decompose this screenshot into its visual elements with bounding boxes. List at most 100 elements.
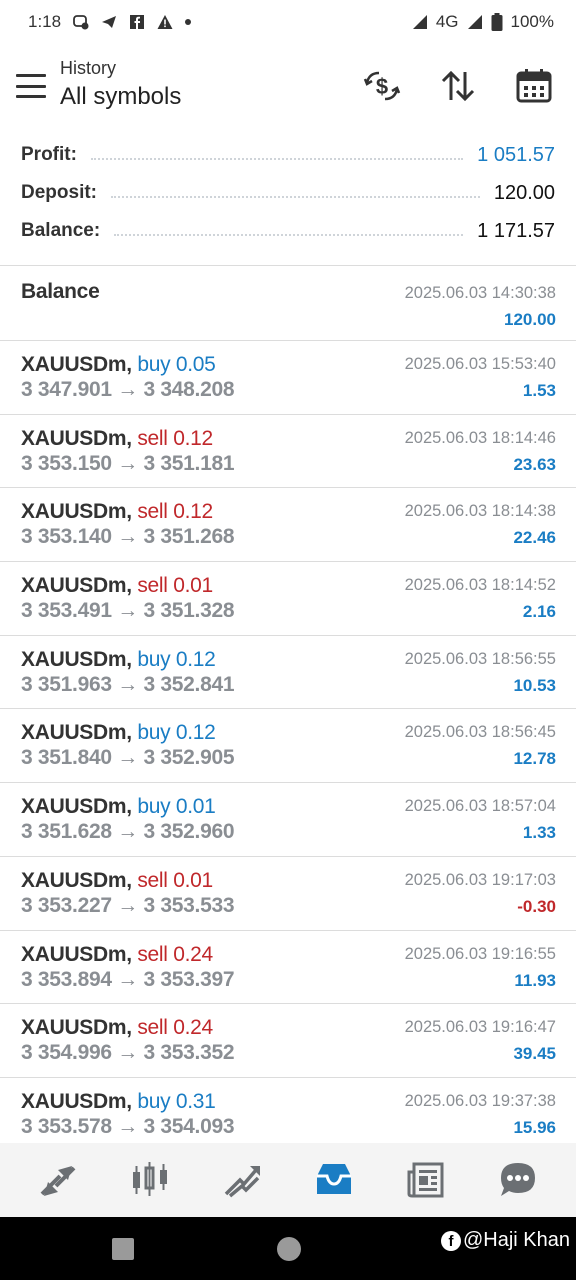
facebook-badge-icon: f — [440, 1230, 461, 1251]
sort-icon — [441, 70, 475, 102]
deal-type: sell 0.24 — [137, 942, 213, 966]
deal-type: sell 0.24 — [137, 1016, 213, 1040]
nav-chart[interactable] — [126, 1156, 174, 1204]
deal-row[interactable]: XAUUSDm, sell 0.12 3 353.150 → 3 351.181 2… — [0, 415, 576, 489]
deals-list: Balance 2025.06.03 14:30:38 120.00 XAUUS… — [0, 266, 576, 1152]
deal-symbol: XAUUSDm, sell 0.24 — [21, 1016, 213, 1040]
deal-profit: 12.78 — [513, 749, 556, 769]
sort-button[interactable] — [436, 64, 480, 108]
deposit-label: Deposit: — [21, 182, 97, 203]
deal-prices: 3 347.901 → 3 348.208 — [21, 378, 235, 401]
data-signal-icon — [467, 15, 482, 29]
deal-time: 2025.06.03 19:16:47 — [404, 1018, 556, 1037]
deal-row[interactable]: XAUUSDm, sell 0.24 3 354.996 → 3 353.352 2… — [0, 1004, 576, 1078]
page-title[interactable]: All symbols — [60, 83, 181, 111]
deal-symbol-text: XAUUSDm, — [21, 1089, 132, 1113]
bottom-navigation — [0, 1143, 576, 1217]
nav-news[interactable] — [402, 1156, 450, 1204]
currency-exchange-button[interactable]: $ — [360, 64, 404, 108]
deal-row[interactable]: XAUUSDm, sell 0.01 3 353.227 → 3 353.533 2… — [0, 857, 576, 931]
deal-row[interactable]: XAUUSDm, buy 0.31 3 353.578 → 3 354.093 20… — [0, 1078, 576, 1152]
deal-time: 2025.06.03 18:56:55 — [404, 649, 556, 668]
deal-profit: 11.93 — [514, 970, 556, 990]
system-navigation: f @Haji Khan — [0, 1217, 576, 1280]
deal-time: 2025.06.03 18:56:45 — [404, 723, 556, 742]
history-icon — [317, 1164, 351, 1194]
deal-row[interactable]: XAUUSDm, sell 0.01 3 353.491 → 3 351.328 2… — [0, 562, 576, 636]
nav-history[interactable] — [310, 1156, 358, 1204]
deal-row[interactable]: XAUUSDm, buy 0.05 3 347.901 → 3 348.208 20… — [0, 341, 576, 415]
deal-row[interactable]: XAUUSDm, buy 0.12 3 351.963 → 3 352.841 20… — [0, 636, 576, 710]
deal-symbol-text: XAUUSDm, — [21, 795, 132, 819]
deal-symbol: XAUUSDm, sell 0.12 — [21, 500, 213, 524]
deal-type: sell 0.01 — [137, 868, 213, 892]
whatsapp-icon — [73, 15, 89, 30]
deal-row[interactable]: XAUUSDm, sell 0.12 3 353.140 → 3 351.268 2… — [0, 488, 576, 563]
news-icon — [407, 1162, 444, 1198]
menu-line — [16, 84, 46, 88]
deal-time: 2025.06.03 19:16:55 — [404, 944, 556, 963]
battery-level: 100% — [510, 12, 554, 31]
deal-symbol-text: XAUUSDm, — [21, 500, 132, 524]
status-time: 1:18 — [28, 12, 62, 31]
deposit-row: Deposit: 120.00 — [0, 174, 576, 212]
menu-line — [16, 95, 46, 98]
deal-prices: 3 353.491 → 3 351.328 — [21, 599, 235, 623]
deal-prices: 3 353.894 → 3 353.397 — [21, 967, 235, 991]
deal-symbol: XAUUSDm, buy 0.01 — [21, 795, 216, 819]
nav-quotes[interactable] — [34, 1156, 82, 1204]
watermark-text: @Haji Khan — [462, 1229, 570, 1251]
balance-entry[interactable]: Balance 2025.06.03 14:30:38 120.00 — [0, 266, 576, 341]
deal-symbol: XAUUSDm, sell 0.01 — [21, 574, 213, 598]
balance-label: Balance: — [21, 220, 101, 241]
signal-icon — [412, 15, 427, 29]
deal-symbol-text: XAUUSDm, — [21, 353, 132, 376]
nav-chat[interactable] — [494, 1156, 542, 1204]
currency-exchange-icon: $ — [363, 71, 401, 101]
deal-row[interactable]: XAUUSDm, sell 0.24 3 353.894 → 3 353.397 2… — [0, 931, 576, 1005]
deal-time: 2025.06.03 18:14:46 — [404, 428, 556, 447]
deal-symbol: XAUUSDm, sell 0.12 — [21, 427, 213, 451]
trade-quotes-icon — [40, 1166, 76, 1196]
deal-profit: 1.53 — [522, 381, 556, 400]
deal-type: sell 0.12 — [137, 426, 213, 450]
deal-symbol-text: XAUUSDm, — [21, 647, 132, 671]
deal-prices: 3 353.140 → 3 351.268 — [21, 525, 235, 549]
recents-button[interactable] — [112, 1238, 134, 1260]
menu-button[interactable] — [16, 74, 46, 98]
deal-profit: 2.16 — [522, 602, 556, 622]
home-button[interactable] — [277, 1237, 301, 1261]
deal-prices: 3 353.578 → 3 354.093 — [21, 1114, 235, 1138]
deal-time: 2025.06.03 19:37:38 — [404, 1091, 556, 1110]
deal-symbol: XAUUSDm, sell 0.24 — [21, 943, 213, 967]
page-subtitle: History — [60, 57, 117, 78]
deal-prices: 3 353.150 → 3 351.181 — [21, 451, 235, 475]
deal-symbol-text: XAUUSDm, — [21, 574, 132, 598]
dotted-leader — [90, 158, 464, 160]
deal-prices: 3 353.227 → 3 353.533 — [21, 893, 235, 917]
nav-trade[interactable] — [218, 1156, 266, 1204]
profit-label: Profit: — [21, 144, 77, 165]
dotted-leader — [111, 196, 480, 198]
calendar-icon — [516, 69, 552, 103]
profit-row: Profit: 1 051.57 — [0, 136, 576, 174]
chat-icon — [501, 1163, 535, 1196]
deal-symbol: XAUUSDm, sell 0.01 — [21, 869, 213, 893]
balance-entry-time: 2025.06.03 14:30:38 — [404, 284, 556, 302]
deal-row[interactable]: XAUUSDm, buy 0.01 3 351.628 → 3 352.960 20… — [0, 783, 576, 857]
deal-symbol: XAUUSDm, buy 0.05 — [21, 353, 216, 377]
deal-symbol-text: XAUUSDm, — [21, 721, 132, 745]
deal-time: 2025.06.03 18:57:04 — [404, 797, 556, 816]
balance-entry-label: Balance — [21, 280, 100, 303]
deal-row[interactable]: XAUUSDm, buy 0.12 3 351.840 → 3 352.905 20… — [0, 709, 576, 784]
chart-icon — [133, 1162, 167, 1196]
deal-type: buy 0.12 — [137, 647, 216, 671]
deal-time: 2025.06.03 18:14:52 — [404, 576, 556, 595]
telegram-icon — [102, 16, 117, 28]
balance-value: 1 171.57 — [477, 219, 555, 242]
calendar-button[interactable] — [512, 64, 556, 108]
deal-profit: 39.45 — [513, 1044, 556, 1064]
status-bar: 1:18 4G 100% — [0, 0, 576, 44]
deal-profit: 1.33 — [522, 823, 556, 843]
deal-prices: 3 351.628 → 3 352.960 — [21, 820, 235, 844]
